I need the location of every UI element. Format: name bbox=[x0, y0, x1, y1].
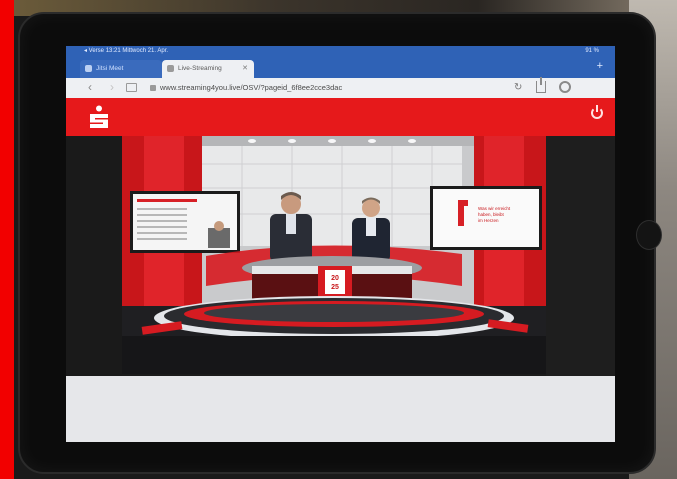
ios-status-bar: ◂ Verse 13:21 Mittwoch 21. Apr. 91 % bbox=[66, 46, 615, 56]
svg-text:haben, bleibt: haben, bleibt bbox=[478, 212, 505, 217]
desk-badge-line1: 20 bbox=[331, 275, 339, 282]
desk-badge-line2: 25 bbox=[331, 284, 339, 291]
studio-window-wall bbox=[202, 136, 462, 246]
settings-icon[interactable] bbox=[559, 81, 571, 93]
page-footer-blank bbox=[66, 376, 615, 442]
dark-side-left bbox=[66, 136, 122, 376]
url-field[interactable]: www.streaming4you.live/OSV/?pageid_6f8ee… bbox=[150, 81, 490, 95]
lock-icon bbox=[150, 85, 156, 91]
tab-label: Jitsi Meet bbox=[96, 65, 124, 72]
new-tab-plus-icon[interactable]: + bbox=[597, 59, 603, 73]
forward-arrow-icon[interactable]: › bbox=[110, 80, 114, 94]
svg-text:im Herzen: im Herzen bbox=[478, 218, 499, 223]
status-time: ◂ Verse 13:21 Mittwoch 21. Apr. bbox=[84, 48, 169, 54]
page-header bbox=[66, 98, 615, 136]
home-button[interactable] bbox=[636, 220, 662, 250]
tab-favicon-icon bbox=[85, 65, 92, 72]
url-text: www.streaming4you.live/OSV/?pageid_6f8ee… bbox=[160, 83, 343, 92]
svg-text:Was wir erreicht: Was wir erreicht bbox=[478, 206, 511, 211]
live-stream-video[interactable]: Was wir erreicht haben, bleibt im Herzen bbox=[122, 136, 546, 374]
reader-icon[interactable] bbox=[126, 83, 137, 92]
reload-icon[interactable]: ↻ bbox=[514, 82, 522, 93]
tab-label: Live-Streaming bbox=[178, 65, 222, 72]
tab-live-streaming[interactable]: Live-Streaming ✕ bbox=[162, 60, 254, 78]
back-arrow-icon[interactable]: ‹ bbox=[88, 80, 92, 94]
share-icon[interactable] bbox=[536, 77, 546, 93]
tablet-screen: ◂ Verse 13:21 Mittwoch 21. Apr. 91 % Jit… bbox=[66, 46, 615, 442]
sparkasse-logo[interactable] bbox=[88, 105, 110, 129]
browser-address-bar: ‹ › www.streaming4you.live/OSV/?pageid_6… bbox=[66, 77, 615, 98]
dark-side-right bbox=[546, 136, 615, 376]
red-frame-edge bbox=[0, 0, 14, 479]
tab-jitsi-meet[interactable]: Jitsi Meet bbox=[80, 60, 162, 78]
browser-tab-strip: Jitsi Meet Live-Streaming ✕ + bbox=[66, 56, 615, 78]
close-tab-icon[interactable]: ✕ bbox=[242, 60, 248, 78]
battery-indicator: 91 % bbox=[585, 48, 599, 54]
tab-favicon-icon bbox=[167, 65, 174, 72]
power-icon[interactable] bbox=[591, 105, 603, 119]
